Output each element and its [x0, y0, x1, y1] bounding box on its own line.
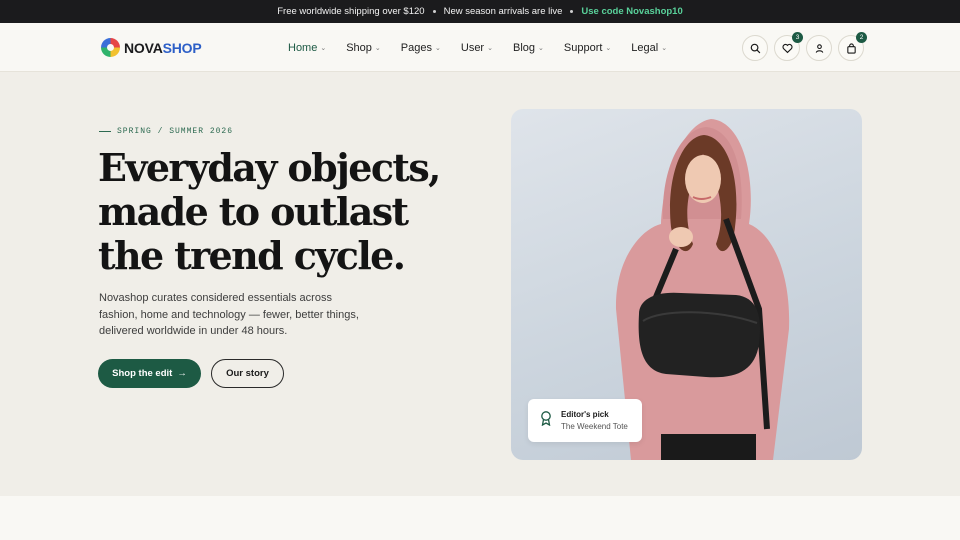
headline-line: made to outlast [98, 189, 409, 234]
announcement-shipping: Free worldwide shipping over $120 [277, 6, 425, 17]
hero-section: SPRING / SUMMER 2026 Everyday objects, m… [0, 72, 960, 496]
nav-label: Legal [631, 41, 659, 54]
account-button[interactable] [806, 35, 832, 61]
cart-count-badge: 2 [856, 32, 867, 43]
brand-logo[interactable]: NOVASHOP [101, 38, 202, 57]
shop-the-edit-button[interactable]: Shop the edit → [98, 359, 201, 388]
chevron-down-icon: ⌄ [320, 44, 327, 52]
chevron-down-icon: ⌄ [538, 44, 544, 52]
wishlist-count-badge: 3 [792, 32, 803, 43]
nav-label: Shop [346, 41, 372, 54]
nav-item-pages[interactable]: Pages ⌄ [401, 42, 441, 54]
brand-name-part2: SHOP [162, 39, 202, 56]
chevron-down-icon: ⌄ [435, 44, 441, 52]
nav-item-home[interactable]: Home ⌄ [288, 42, 326, 54]
search-icon [750, 43, 760, 53]
logo-mark-icon [101, 38, 120, 57]
nav-label: Blog [512, 41, 536, 54]
our-story-button[interactable]: Our story [211, 359, 284, 388]
chevron-down-icon: ⌄ [605, 44, 612, 52]
hero-eyebrow: SPRING / SUMMER 2026 [99, 127, 233, 136]
arrow-right-icon: → [177, 368, 187, 379]
heart-icon [781, 43, 793, 53]
headline-line: Everyday objects, [98, 145, 441, 190]
editors-pick-card[interactable]: Editor's pick The Weekend Tote [528, 399, 642, 442]
chevron-down-icon: ⌄ [661, 44, 668, 52]
header-actions: 3 2 [742, 32, 867, 61]
hero-description: Novashop curates considered essentials a… [99, 290, 369, 340]
description-line: fashion, home and technology — fewer, be… [99, 308, 359, 321]
chevron-down-icon: ⌄ [374, 44, 381, 52]
hero-headline: Everyday objects, made to outlast the tr… [98, 146, 498, 278]
nav-item-blog[interactable]: Blog ⌄ [513, 42, 544, 54]
nav-label: Support [563, 41, 603, 54]
nav-label: User [460, 41, 485, 54]
button-label: Our story [226, 368, 269, 379]
button-label: Shop the edit [112, 368, 173, 379]
brand-name: NOVASHOP [124, 40, 202, 56]
search-button[interactable] [742, 35, 768, 61]
separator-dot [432, 10, 436, 13]
user-icon [815, 43, 823, 53]
announcement-bar: Free worldwide shipping over $120 New se… [0, 0, 960, 23]
description-line: Novashop curates considered essentials a… [99, 292, 332, 304]
eyebrow-line [99, 131, 111, 132]
main-nav: Home ⌄ Shop ⌄ Pages ⌄ User ⌄ Blog ⌄ Support ⌄ … [288, 23, 667, 72]
award-ribbon-icon [539, 410, 553, 431]
eyebrow-text: SPRING / SUMMER 2026 [117, 127, 234, 136]
pick-title: Editor's pick [561, 410, 609, 419]
wishlist-button[interactable]: 3 [774, 32, 803, 61]
nav-item-shop[interactable]: Shop ⌄ [346, 42, 381, 54]
nav-item-support[interactable]: Support ⌄ [564, 42, 611, 54]
bag-icon [846, 42, 856, 54]
separator-dot [570, 10, 574, 13]
nav-item-legal[interactable]: Legal ⌄ [631, 42, 667, 54]
announcement-promo-code[interactable]: Use code Novashop10 [581, 6, 682, 17]
brand-name-part1: NOVA [124, 39, 163, 56]
headline-line: the trend cycle. [98, 233, 406, 278]
cart-button[interactable]: 2 [838, 32, 867, 61]
pick-product-name: The Weekend Tote [561, 422, 628, 431]
pick-text: Editor's pick The Weekend Tote [561, 410, 628, 431]
description-line: delivered worldwide in under 48 hours. [99, 325, 288, 337]
nav-label: Home [288, 41, 318, 54]
announcement-arrivals: New season arrivals are live [443, 6, 563, 17]
nav-item-user[interactable]: User ⌄ [461, 42, 493, 54]
nav-label: Pages [400, 41, 432, 54]
chevron-down-icon: ⌄ [487, 44, 493, 52]
site-header: NOVASHOP Home ⌄ Shop ⌄ Pages ⌄ User ⌄ Blog ⌄ … [0, 23, 960, 72]
